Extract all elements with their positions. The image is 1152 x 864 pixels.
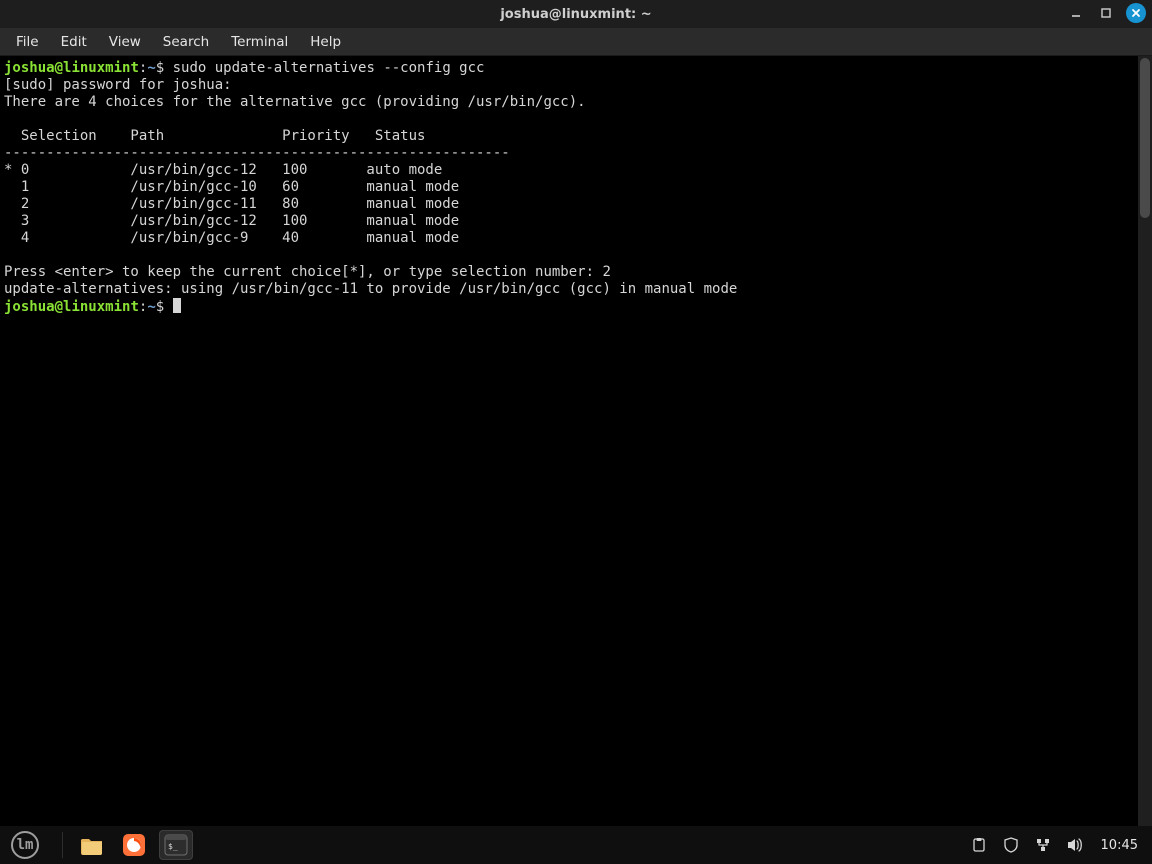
maximize-icon [1100, 7, 1112, 19]
table-row: * 0 /usr/bin/gcc-12 100 auto mode [4, 162, 442, 178]
menu-view[interactable]: View [99, 31, 151, 53]
taskbar-app-files[interactable] [75, 830, 109, 860]
table-row: 2 /usr/bin/gcc-11 80 manual mode [4, 196, 459, 212]
table-row: 1 /usr/bin/gcc-10 60 manual mode [4, 179, 459, 195]
menu-help[interactable]: Help [300, 31, 351, 53]
network-icon [1035, 837, 1051, 853]
press-enter-line: Press <enter> to keep the current choice… [4, 264, 611, 280]
maximize-button[interactable] [1096, 3, 1116, 23]
terminal-window: joshua@linuxmint: ~ File Edit View Searc… [0, 0, 1152, 826]
firefox-icon [122, 833, 146, 857]
terminal-icon: $_ [164, 834, 188, 856]
menu-edit[interactable]: Edit [51, 31, 97, 53]
taskbar-left: lm $_ [6, 826, 193, 864]
terminal-area: joshua@linuxmint:~$ sudo update-alternat… [0, 56, 1152, 826]
terminal-output[interactable]: joshua@linuxmint:~$ sudo update-alternat… [0, 56, 1138, 826]
table-row: 3 /usr/bin/gcc-12 100 manual mode [4, 213, 459, 229]
volume-icon [1066, 837, 1084, 853]
taskbar-right: 10:45 [970, 836, 1146, 854]
table-header: Selection Path Priority Status [4, 128, 425, 144]
command: sudo update-alternatives --config gcc [173, 60, 485, 76]
window-controls [1066, 3, 1146, 23]
mint-logo-icon: lm [11, 831, 39, 859]
minimize-icon [1070, 7, 1082, 19]
table-row: 4 /usr/bin/gcc-9 40 manual mode [4, 230, 459, 246]
result-line: update-alternatives: using /usr/bin/gcc-… [4, 281, 737, 297]
shield-icon [1003, 837, 1019, 853]
prompt-user: joshua@linuxmint [4, 299, 139, 315]
taskbar-clock[interactable]: 10:45 [1098, 838, 1138, 853]
start-menu-button[interactable]: lm [6, 826, 44, 864]
menu-search[interactable]: Search [153, 31, 219, 53]
taskbar-separator [62, 832, 63, 858]
clipboard-icon [971, 837, 987, 853]
close-button[interactable] [1126, 3, 1146, 23]
svg-text:$_: $_ [168, 842, 178, 851]
scrollbar-thumb[interactable] [1140, 58, 1150, 218]
folder-icon [80, 834, 104, 856]
tray-firewall[interactable] [1002, 836, 1020, 854]
menu-terminal[interactable]: Terminal [221, 31, 298, 53]
cursor [173, 298, 181, 313]
taskbar: lm $_ [0, 826, 1152, 864]
taskbar-app-firefox[interactable] [117, 830, 151, 860]
choices-line: There are 4 choices for the alternative … [4, 94, 586, 110]
prompt-path: ~ [147, 60, 155, 76]
minimize-button[interactable] [1066, 3, 1086, 23]
tray-clipboard[interactable] [970, 836, 988, 854]
menubar: File Edit View Search Terminal Help [0, 28, 1152, 56]
sudo-line: [sudo] password for joshua: [4, 77, 232, 93]
scrollbar[interactable] [1138, 56, 1152, 826]
titlebar[interactable]: joshua@linuxmint: ~ [0, 0, 1152, 28]
window-title: joshua@linuxmint: ~ [500, 7, 651, 22]
taskbar-app-terminal[interactable]: $_ [159, 830, 193, 860]
table-separator: ----------------------------------------… [4, 145, 510, 161]
tray-volume[interactable] [1066, 836, 1084, 854]
menu-file[interactable]: File [6, 31, 49, 53]
prompt-user: joshua@linuxmint [4, 60, 139, 76]
close-icon [1130, 7, 1142, 19]
prompt-path: ~ [147, 299, 155, 315]
tray-network[interactable] [1034, 836, 1052, 854]
